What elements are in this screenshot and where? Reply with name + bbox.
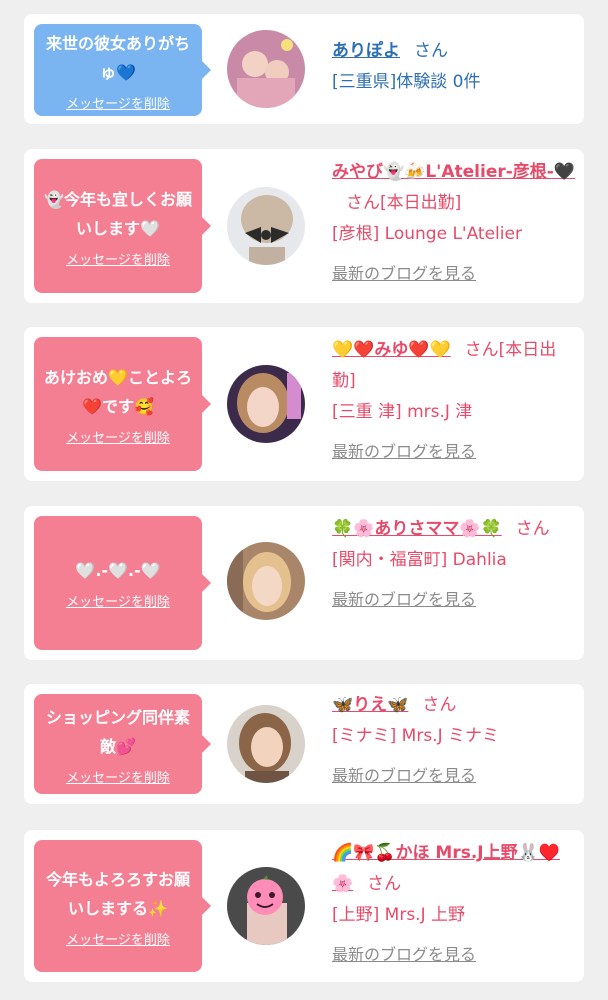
- avatar[interactable]: [227, 365, 305, 443]
- latest-blog-link[interactable]: 最新のブログを見る: [332, 760, 476, 791]
- message-bubble: 来世の彼女ありがちゅ💙 メッセージを削除: [34, 24, 211, 116]
- avatar[interactable]: [227, 30, 305, 108]
- entry-card: ショッピング同伴素敵💕 メッセージを削除 🦋りえ🦋 さん [ミナミ] Mrs.J …: [24, 684, 584, 804]
- delete-message-link[interactable]: メッセージを削除: [66, 591, 170, 610]
- user-name-link[interactable]: みやび👻🍻L'Atelier-彦根-🖤: [332, 162, 575, 182]
- honorific: さん[本日出勤]: [346, 193, 462, 213]
- message-text: 来世の彼女ありがちゅ💙: [45, 33, 190, 82]
- delete-message-link[interactable]: メッセージを削除: [66, 929, 170, 948]
- user-info: 🦋りえ🦋 さん [ミナミ] Mrs.J ミナミ 最新のブログを見る: [332, 690, 576, 792]
- avatar[interactable]: [227, 187, 305, 265]
- shop-info: [三重県]体験談 0件: [332, 72, 481, 92]
- latest-blog-link[interactable]: 最新のブログを見る: [332, 258, 476, 289]
- message-text: 👻今年も宜しくお願いします🤍: [44, 189, 192, 238]
- user-name-link[interactable]: ありぽよ: [332, 41, 400, 61]
- delete-message-link[interactable]: メッセージを削除: [66, 249, 170, 268]
- honorific: さん: [422, 695, 457, 715]
- user-info: 🌈🎀🍒かほ Mrs.J上野🐰♥️🌸 さん [上野] Mrs.J 上野 最新のブログ…: [332, 838, 576, 971]
- entry-card: 🤍.-🤍.-🤍 メッセージを削除 🍀🌸ありさママ🌸🍀 さん [関内・福富町] Da…: [24, 506, 584, 660]
- entry-card: あけおめ💛ことよろ❤️です🥰 メッセージを削除 💛❤️みゆ❤️💛 さん[本日出勤]…: [24, 327, 584, 481]
- avatar[interactable]: [227, 705, 305, 783]
- message-bubble: 👻今年も宜しくお願いします🤍 メッセージを削除: [34, 159, 211, 293]
- message-bubble: あけおめ💛ことよろ❤️です🥰 メッセージを削除: [34, 337, 211, 471]
- message-text: ショッピング同伴素敵💕: [45, 707, 190, 756]
- message-text: 🤍.-🤍.-🤍: [75, 561, 161, 580]
- latest-blog-link[interactable]: 最新のブログを見る: [332, 584, 476, 615]
- message-text: 今年もよろろすお願いしまする✨: [45, 869, 190, 918]
- shop-info: [ミナミ] Mrs.J ミナミ: [332, 726, 500, 746]
- user-name-link[interactable]: 💛❤️みゆ❤️💛: [332, 340, 451, 360]
- honorific: さん: [414, 41, 448, 61]
- message-text: あけおめ💛ことよろ❤️です🥰: [44, 367, 192, 416]
- latest-blog-link[interactable]: 最新のブログを見る: [332, 939, 476, 970]
- entry-card: 今年もよろろすお願いしまする✨ メッセージを削除 🌈🎀🍒かほ Mrs.J上野🐰♥…: [24, 830, 584, 982]
- avatar[interactable]: [227, 867, 305, 945]
- entry-card: 👻今年も宜しくお願いします🤍 メッセージを削除 みやび👻🍻L'Atelier-彦…: [24, 149, 584, 303]
- delete-message-link[interactable]: メッセージを削除: [66, 93, 170, 112]
- shop-info: [彦根] Lounge L'Atelier: [332, 224, 522, 244]
- user-name-link[interactable]: 🍀🌸ありさママ🌸🍀: [332, 519, 502, 539]
- delete-message-link[interactable]: メッセージを削除: [66, 767, 170, 786]
- entry-card: 来世の彼女ありがちゅ💙 メッセージを削除 ありぽよ さん [三重県]体験談 0件: [24, 14, 584, 124]
- user-name-link[interactable]: 🦋りえ🦋: [332, 695, 408, 715]
- honorific: さん: [367, 874, 402, 894]
- user-info: ありぽよ さん [三重県]体験談 0件: [332, 36, 576, 98]
- honorific: さん: [515, 519, 550, 539]
- latest-blog-link[interactable]: 最新のブログを見る: [332, 436, 476, 467]
- shop-info: [三重 津] mrs.J 津: [332, 402, 473, 422]
- message-bubble: 🤍.-🤍.-🤍 メッセージを削除: [34, 516, 211, 650]
- user-info: 💛❤️みゆ❤️💛 さん[本日出勤] [三重 津] mrs.J 津 最新のブログを見…: [332, 335, 576, 468]
- message-bubble: 今年もよろろすお願いしまする✨ メッセージを削除: [34, 840, 211, 972]
- user-info: みやび👻🍻L'Atelier-彦根-🖤 さん[本日出勤] [彦根] Lounge …: [332, 157, 576, 290]
- shop-info: [関内・福富町] Dahlia: [332, 550, 507, 570]
- delete-message-link[interactable]: メッセージを削除: [66, 427, 170, 446]
- avatar[interactable]: [227, 542, 305, 620]
- message-bubble: ショッピング同伴素敵💕 メッセージを削除: [34, 694, 211, 794]
- shop-info: [上野] Mrs.J 上野: [332, 905, 466, 925]
- user-info: 🍀🌸ありさママ🌸🍀 さん [関内・福富町] Dahlia 最新のブログを見る: [332, 514, 576, 616]
